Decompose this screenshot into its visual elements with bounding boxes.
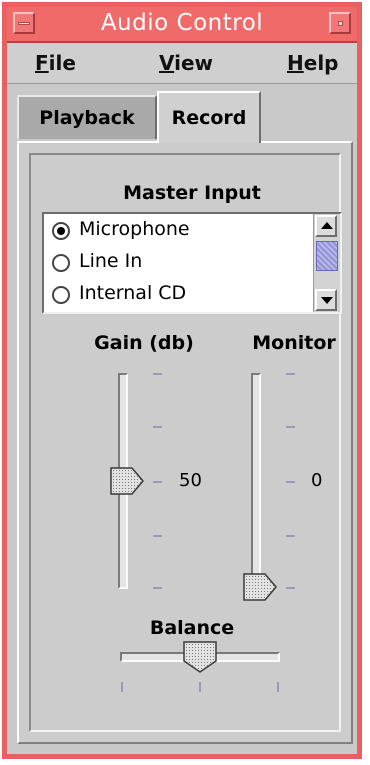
gain-value: 50 bbox=[179, 470, 202, 491]
option-line-in-label: Line In bbox=[79, 250, 143, 272]
list-scrollbar[interactable] bbox=[313, 214, 340, 312]
balance-tick bbox=[277, 682, 279, 692]
scroll-thumb[interactable] bbox=[316, 241, 338, 271]
internal-cd-radio[interactable] bbox=[52, 286, 70, 304]
menu-file[interactable]: File bbox=[35, 51, 76, 75]
arrow-down-icon bbox=[321, 297, 333, 304]
menu-file-mnemonic: F bbox=[35, 51, 49, 75]
menu-file-label: ile bbox=[48, 51, 76, 75]
gain-tick bbox=[153, 373, 162, 375]
monitor-label: Monitor bbox=[252, 332, 336, 354]
monitor-tick bbox=[286, 426, 295, 428]
window-title: Audio Control bbox=[100, 10, 264, 36]
menu-view[interactable]: View bbox=[159, 51, 213, 75]
window-menu-button[interactable] bbox=[13, 12, 35, 34]
option-internal-cd-label: Internal CD bbox=[79, 282, 187, 304]
menu-view-mnemonic: V bbox=[159, 51, 175, 75]
menu-view-label: iew bbox=[174, 51, 214, 75]
window-menu-icon bbox=[18, 22, 30, 25]
master-input-list: Microphone Line In Internal CD bbox=[42, 212, 342, 314]
balance-tick bbox=[121, 682, 123, 692]
monitor-thumb[interactable] bbox=[243, 573, 277, 601]
tab-record[interactable]: Record bbox=[157, 91, 261, 143]
gain-tick bbox=[153, 535, 162, 537]
menu-help-label: elp bbox=[303, 51, 339, 75]
title-bar[interactable]: Audio Control bbox=[7, 7, 357, 43]
minimize-icon bbox=[338, 21, 343, 26]
gain-tick bbox=[153, 481, 162, 483]
tab-playback[interactable]: Playback bbox=[17, 95, 157, 139]
gain-label: Gain (db) bbox=[94, 332, 194, 354]
menu-help[interactable]: Help bbox=[287, 51, 339, 75]
menu-help-mnemonic: H bbox=[287, 51, 304, 75]
monitor-value: 0 bbox=[311, 470, 323, 491]
monitor-track[interactable] bbox=[251, 373, 261, 589]
scroll-down-button[interactable] bbox=[315, 289, 337, 311]
monitor-tick bbox=[286, 535, 295, 537]
gain-tick bbox=[153, 426, 162, 428]
menu-bar: File View Help bbox=[7, 43, 357, 84]
arrow-up-icon bbox=[321, 222, 333, 229]
audio-control-window: Audio Control File View Help Playback Re… bbox=[2, 2, 362, 759]
monitor-tick bbox=[286, 587, 295, 589]
window-inner: Audio Control File View Help Playback Re… bbox=[7, 7, 357, 754]
minimize-button[interactable] bbox=[329, 12, 351, 34]
monitor-tick bbox=[286, 373, 295, 375]
balance-tick bbox=[199, 682, 201, 692]
gain-tick bbox=[153, 587, 162, 589]
balance-thumb[interactable] bbox=[183, 641, 217, 673]
option-microphone-label: Microphone bbox=[79, 218, 190, 240]
microphone-radio[interactable] bbox=[52, 222, 70, 240]
gain-thumb[interactable] bbox=[110, 467, 144, 495]
master-input-heading: Master Input bbox=[123, 182, 261, 204]
line-in-radio[interactable] bbox=[52, 254, 70, 272]
balance-label: Balance bbox=[149, 617, 235, 639]
monitor-tick bbox=[286, 481, 295, 483]
scroll-up-button[interactable] bbox=[315, 215, 337, 237]
